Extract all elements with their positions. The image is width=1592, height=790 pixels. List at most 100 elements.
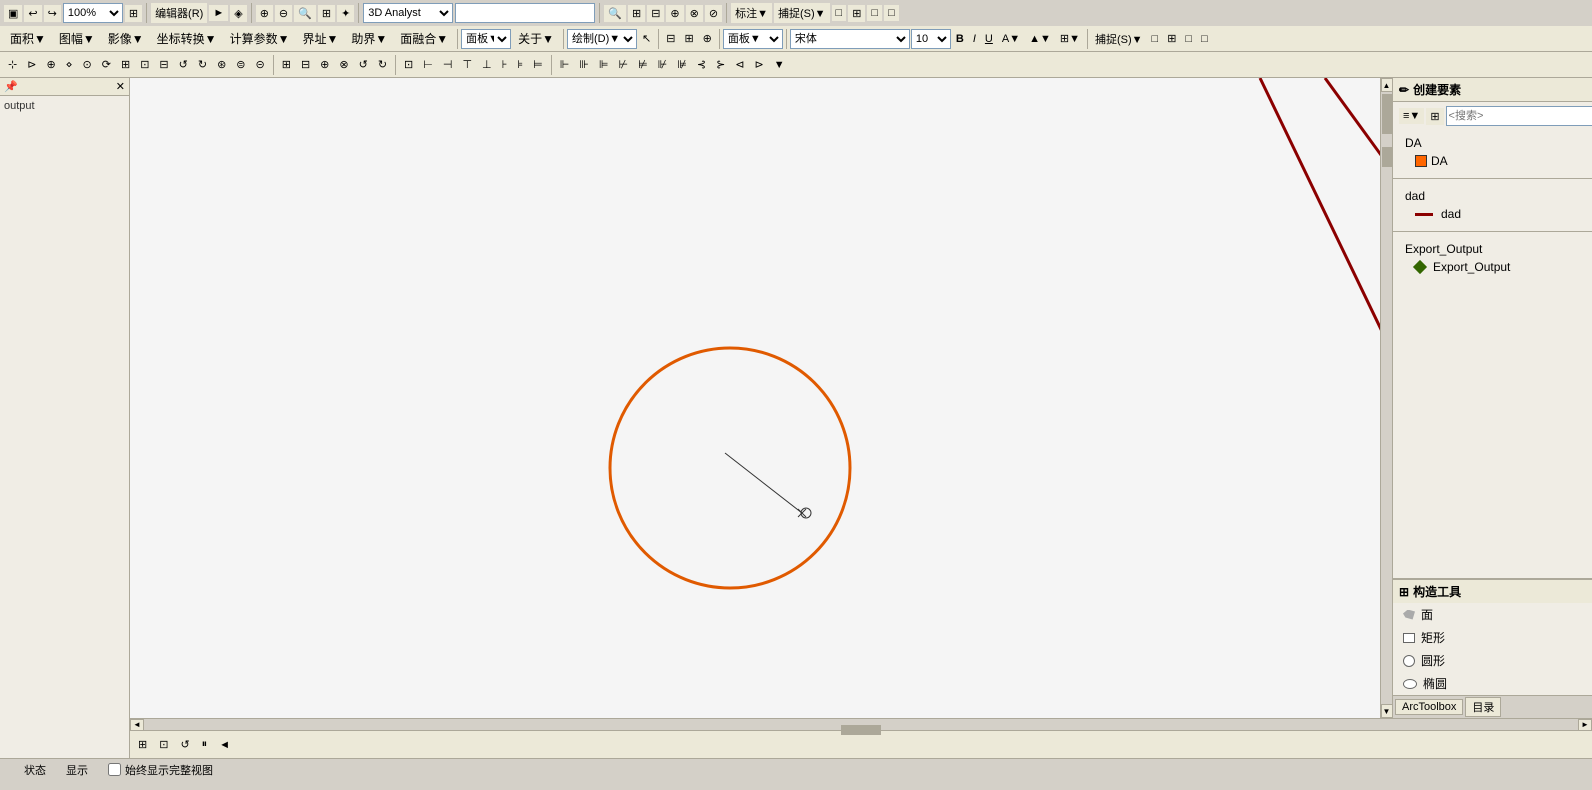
capture-btn[interactable]: 捕捉(S)▼: [774, 3, 830, 23]
draw-tool-9[interactable]: ⊟: [155, 56, 172, 73]
draw-tool-15[interactable]: ⊞: [278, 56, 295, 73]
menu-about[interactable]: 关于▼: [512, 28, 560, 49]
editor-btn[interactable]: 编辑器(R): [151, 3, 207, 23]
toolbar-draw-2[interactable]: ⊞: [680, 30, 697, 47]
construct-face[interactable]: 面: [1393, 603, 1592, 626]
toolbar-btn-12[interactable]: ⊞: [628, 5, 645, 22]
toolbar-btn-9[interactable]: ⊞: [318, 5, 335, 22]
draw-tool-38[interactable]: ⊲: [731, 56, 748, 73]
draw-tool-11[interactable]: ↻: [194, 56, 211, 73]
menu-assist[interactable]: 助界▼: [345, 28, 393, 49]
toolbar-btn-5[interactable]: ◈: [230, 5, 246, 22]
draw-tool-26[interactable]: ⊦: [498, 56, 512, 73]
bottom-btn-3[interactable]: ↺: [176, 736, 193, 753]
grid-btn[interactable]: ⊞: [1163, 30, 1180, 47]
toolbar-btn-18[interactable]: ⊞: [848, 5, 865, 22]
toolbar-btn-19[interactable]: □: [867, 5, 882, 21]
toolbar-btn-6[interactable]: ⊕: [256, 5, 273, 22]
toolbar-btn-17[interactable]: □: [832, 5, 847, 21]
menu-area[interactable]: 面积▼: [4, 28, 52, 49]
toolbar-btn-15[interactable]: ⊗: [686, 5, 703, 22]
draw-tool-1[interactable]: ⊹: [4, 56, 21, 73]
draw-tool-37[interactable]: ⊱: [712, 56, 729, 73]
right-scroll-thumb[interactable]: [1382, 147, 1392, 167]
toolbar-btn-10[interactable]: ✦: [337, 5, 354, 22]
scroll-right-btn[interactable]: ►: [1578, 719, 1592, 731]
menu-calc[interactable]: 计算参数▼: [224, 28, 296, 49]
draw-tool-21[interactable]: ⊡: [400, 56, 417, 73]
draw-tool-36[interactable]: ⊰: [693, 56, 710, 73]
font-size-select[interactable]: 10: [911, 29, 951, 49]
draw-tool-18[interactable]: ⊗: [335, 56, 352, 73]
close-icon[interactable]: ✕: [116, 80, 125, 93]
pin-icon[interactable]: 📌: [4, 80, 18, 93]
draw-tool-7[interactable]: ⊞: [117, 56, 134, 73]
scroll-thumb-v[interactable]: [1382, 94, 1392, 134]
draw-tool-2[interactable]: ⊳: [23, 56, 40, 73]
face-dropdown[interactable]: 面板▼: [723, 29, 783, 49]
draw-tool-39[interactable]: ⊳: [751, 56, 768, 73]
zoom-dropdown[interactable]: 100%: [63, 3, 123, 23]
draw-tool-12[interactable]: ⊛: [213, 56, 230, 73]
panel-dropdown[interactable]: 面板▼: [461, 29, 511, 49]
font-color-btn[interactable]: A▼: [998, 31, 1024, 47]
canvas-area[interactable]: [130, 78, 1380, 718]
analyst-input[interactable]: [455, 3, 595, 23]
capture-s-btn[interactable]: 捕捉(S)▼: [1091, 29, 1147, 49]
da-item[interactable]: DA: [1399, 152, 1586, 170]
toolbar-btn-1[interactable]: ▣: [4, 5, 22, 22]
draw-tool-10[interactable]: ↺: [175, 56, 192, 73]
analyst-dropdown[interactable]: 3D Analyst: [363, 3, 453, 23]
table-view-btn[interactable]: ⊞: [1426, 108, 1443, 125]
highlight-btn[interactable]: ▲▼: [1025, 31, 1055, 47]
toolbar-btn-11[interactable]: 🔍: [604, 5, 626, 22]
draw-tool-24[interactable]: ⊤: [458, 56, 476, 73]
draw-tool-25[interactable]: ⊥: [478, 56, 496, 73]
draw-tool-28[interactable]: ⊨: [529, 56, 547, 73]
toolbar-btn-7[interactable]: ⊖: [275, 5, 292, 22]
toolbar-btn-8[interactable]: 🔍: [294, 5, 316, 22]
menu-coord[interactable]: 坐标转换▼: [151, 28, 223, 49]
scroll-thumb-h[interactable]: [841, 725, 881, 735]
toolbar-draw-1[interactable]: ⊟: [662, 30, 679, 47]
draw-tool-30[interactable]: ⊪: [575, 56, 593, 73]
draw-tool-16[interactable]: ⊟: [297, 56, 314, 73]
draw-tool-13[interactable]: ⊜: [232, 56, 249, 73]
bottom-btn-2[interactable]: ⊡: [155, 736, 172, 753]
draw-tool-17[interactable]: ⊕: [316, 56, 333, 73]
draw-tool-34[interactable]: ⊮: [654, 56, 672, 73]
toolbar-btn-2[interactable]: ↩: [24, 5, 41, 22]
arc-toolbox-tab[interactable]: ArcToolbox: [1395, 699, 1463, 715]
toolbar-btn-16[interactable]: ⊘: [705, 5, 722, 22]
menu-figure[interactable]: 图幅▼: [53, 28, 101, 49]
catalog-tab[interactable]: 目录: [1465, 697, 1501, 717]
draw-tool-19[interactable]: ↺: [355, 56, 372, 73]
draw-tool-8[interactable]: ⊡: [136, 56, 153, 73]
box2-btn[interactable]: □: [1197, 31, 1212, 47]
draw-tool-14[interactable]: ⊝: [252, 56, 269, 73]
toolbar-btn-14[interactable]: ⊕: [666, 5, 683, 22]
play-btn[interactable]: ►: [209, 5, 228, 21]
draw-tool-5[interactable]: ⊙: [79, 56, 96, 73]
menu-boundary[interactable]: 界址▼: [296, 28, 344, 49]
bottom-btn-4[interactable]: ⏸: [198, 736, 212, 753]
toolbar-btn-3[interactable]: ↪: [44, 5, 61, 22]
draw-tool-4[interactable]: ⋄: [62, 56, 77, 73]
border-btn[interactable]: ⊞▼: [1056, 30, 1084, 47]
draw-dropdown[interactable]: 绘制(D)▼: [567, 29, 637, 49]
bold-btn[interactable]: B: [952, 31, 968, 47]
draw-tool-27[interactable]: ⊧: [513, 56, 527, 73]
menu-merge[interactable]: 面融合▼: [394, 28, 454, 49]
rect-btn[interactable]: □: [1148, 31, 1163, 47]
dad-item[interactable]: dad: [1399, 205, 1586, 223]
italic-btn[interactable]: I: [969, 31, 980, 47]
draw-tool-23[interactable]: ⊣: [439, 56, 457, 73]
select-btn[interactable]: ↖: [638, 30, 655, 47]
draw-tool-6[interactable]: ⟳: [98, 56, 115, 73]
draw-tool-31[interactable]: ⊫: [595, 56, 613, 73]
box1-btn[interactable]: □: [1181, 31, 1196, 47]
always-show-checkbox[interactable]: [108, 763, 121, 776]
draw-tool-35[interactable]: ⊯: [673, 56, 691, 73]
construct-ellipse[interactable]: 椭圆: [1393, 672, 1592, 695]
menu-image[interactable]: 影像▼: [102, 28, 150, 49]
